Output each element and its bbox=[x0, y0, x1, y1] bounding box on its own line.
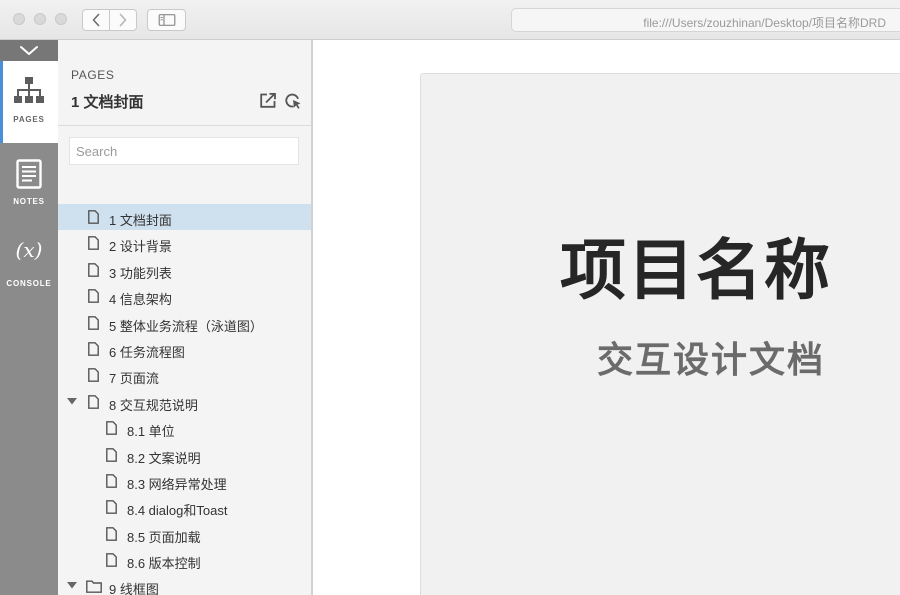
address-bar[interactable]: file:///Users/zouzhinan/Desktop/项目名称DRD bbox=[511, 8, 900, 32]
sidebar-toggle-button[interactable] bbox=[147, 9, 186, 31]
tree-item-label: 8.5 页面加载 bbox=[127, 529, 201, 545]
zoom-window-button[interactable] bbox=[55, 13, 67, 25]
forward-button[interactable] bbox=[109, 9, 137, 31]
open-in-new-icon[interactable] bbox=[260, 93, 276, 108]
rail-tab-notes[interactable]: NOTES bbox=[0, 143, 58, 225]
tree-item-label: 8.3 网络异常处理 bbox=[127, 476, 227, 492]
close-window-button[interactable] bbox=[13, 13, 25, 25]
tree-item-label: 8.6 版本控制 bbox=[127, 556, 201, 572]
page-icon bbox=[106, 526, 117, 541]
sitemap-icon bbox=[14, 77, 44, 103]
minimize-window-button[interactable] bbox=[34, 13, 46, 25]
tree-item-label: 6 任务流程图 bbox=[109, 344, 185, 360]
tree-item-label: 4 信息架构 bbox=[109, 292, 172, 308]
page-search-input[interactable] bbox=[69, 137, 299, 165]
page-icon bbox=[88, 368, 99, 383]
tree-item[interactable]: 6 任务流程图 bbox=[58, 336, 312, 362]
page-icon bbox=[106, 553, 117, 567]
rail-tab-pages[interactable]: PAGES bbox=[0, 61, 58, 143]
current-page-title: 1 文档封面 bbox=[71, 94, 144, 111]
rail-tab-console-label: CONSOLE bbox=[6, 279, 52, 288]
tree-item-label: 8.1 单位 bbox=[127, 424, 175, 440]
panel-header: PAGES 1 文档封面 bbox=[58, 40, 312, 126]
url-text: file:///Users/zouzhinan/Desktop/项目名称DRD bbox=[643, 16, 886, 30]
page-icon bbox=[88, 262, 99, 277]
tree-item[interactable]: 8.1 单位 bbox=[58, 415, 312, 441]
folder-icon bbox=[86, 580, 102, 594]
caret-down-icon[interactable] bbox=[67, 397, 77, 405]
tree-item[interactable]: 3 功能列表 bbox=[58, 257, 312, 283]
page-icon bbox=[106, 474, 117, 488]
page-icon bbox=[106, 447, 117, 462]
tree-item-label: 5 整体业务流程（泳道图） bbox=[109, 318, 263, 334]
page-icon bbox=[88, 289, 99, 304]
caret-down-icon[interactable] bbox=[67, 582, 77, 589]
document-subtitle: 交互设计文档 bbox=[597, 339, 826, 380]
tree-item[interactable]: 8.3 网络异常处理 bbox=[58, 468, 312, 494]
window-titlebar: file:///Users/zouzhinan/Desktop/项目名称DRD bbox=[0, 0, 900, 40]
rail-tab-console[interactable]: (x) CONSOLE bbox=[0, 225, 58, 307]
page-canvas: 项目名称 交互设计文档 bbox=[313, 40, 900, 595]
tree-item[interactable]: 4 信息架构 bbox=[58, 283, 312, 309]
tree-item-label: 8.2 文案说明 bbox=[127, 450, 201, 466]
tree-item[interactable]: 8.2 文案说明 bbox=[58, 442, 312, 468]
tree-item[interactable]: 1 文档封面 bbox=[58, 204, 312, 231]
tree-item[interactable]: 8.5 页面加载 bbox=[58, 521, 312, 547]
tree-item[interactable]: 2 设计背景 bbox=[58, 230, 312, 256]
tree-item-label: 8.4 dialog和Toast bbox=[127, 503, 228, 519]
tree-item-label: 1 文档封面 bbox=[109, 213, 172, 228]
chevron-down-icon bbox=[20, 46, 38, 55]
document-title: 项目名称 bbox=[560, 233, 832, 307]
sitemap-panel: PAGES 1 文档封面 1 文档封面 2 设计背景 bbox=[58, 40, 312, 595]
tree-item[interactable]: 8 交互规范说明 bbox=[58, 389, 312, 415]
page-tree: 1 文档封面 2 设计背景 3 功能列表 4 信息架构 5 整体业务流程（泳道图… bbox=[58, 204, 312, 595]
left-rail: PAGES NOTES (x) CONSOLE bbox=[0, 40, 58, 595]
tree-item-label: 3 功能列表 bbox=[109, 265, 172, 281]
rail-tab-notes-label: NOTES bbox=[13, 197, 45, 206]
sitemap-settings-icon[interactable] bbox=[285, 93, 302, 109]
tree-item-label: 2 设计背景 bbox=[109, 239, 172, 255]
back-button[interactable] bbox=[82, 9, 110, 31]
tree-item-label: 9 线框图 bbox=[109, 582, 159, 595]
chevron-right-icon bbox=[119, 13, 127, 27]
tree-item-label: 7 页面流 bbox=[109, 371, 159, 387]
page-icon bbox=[106, 421, 117, 436]
tree-item[interactable]: 5 整体业务流程（泳道图） bbox=[58, 310, 312, 336]
page-icon bbox=[88, 236, 99, 251]
tree-item[interactable]: 8.6 版本控制 bbox=[58, 547, 312, 573]
tree-item[interactable]: 7 页面流 bbox=[58, 362, 312, 388]
page-icon bbox=[106, 500, 117, 515]
page-icon bbox=[88, 210, 99, 224]
page-icon bbox=[88, 342, 99, 356]
variable-icon: (x) bbox=[15, 238, 43, 262]
page-icon bbox=[88, 315, 99, 330]
panel-section-label: PAGES bbox=[71, 68, 115, 82]
sidebar-icon bbox=[158, 14, 175, 26]
page-icon bbox=[88, 394, 99, 409]
chevron-left-icon bbox=[92, 13, 100, 27]
rail-tab-pages-label: PAGES bbox=[13, 115, 45, 124]
collapse-rail-button[interactable] bbox=[0, 40, 58, 61]
tree-item-label: 8 交互规范说明 bbox=[109, 397, 198, 413]
tree-item[interactable]: 8.4 dialog和Toast bbox=[58, 494, 312, 520]
notes-icon bbox=[16, 159, 42, 189]
tree-item[interactable]: 9 线框图 bbox=[58, 573, 312, 595]
